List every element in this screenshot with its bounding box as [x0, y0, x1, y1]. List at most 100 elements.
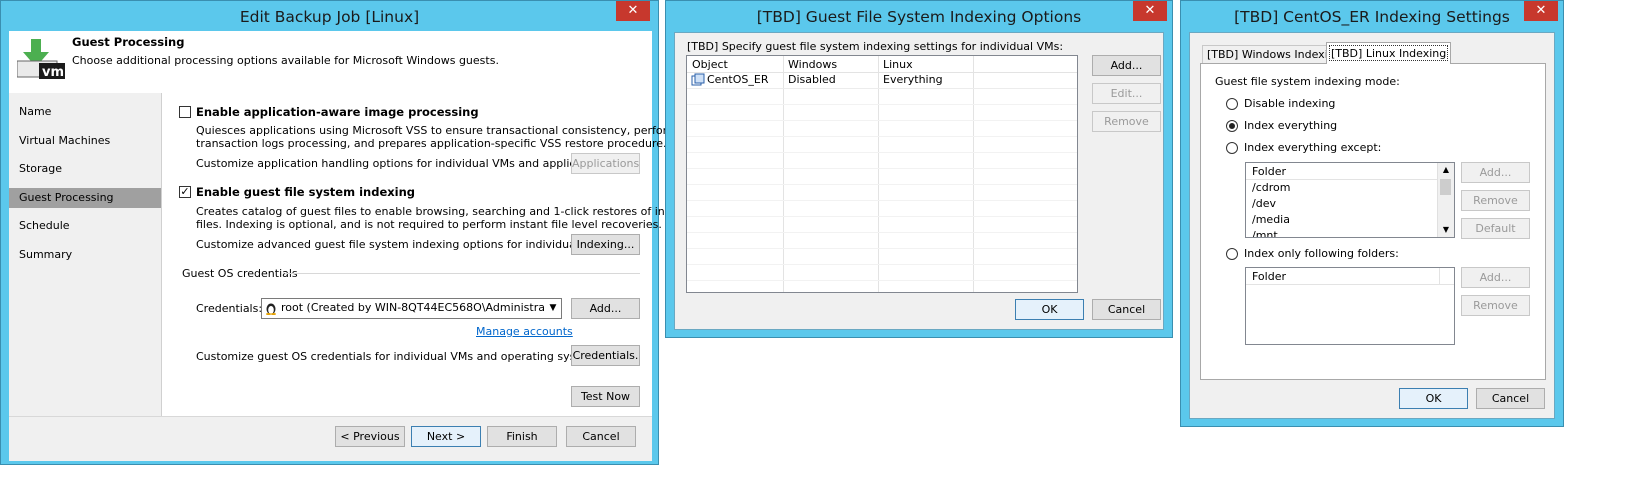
wizard-header: vm Guest Processing Choose additional pr…	[9, 31, 652, 93]
guest-os-credentials-section: Guest OS credentials	[182, 267, 298, 280]
nav-item-name[interactable]: Name	[9, 102, 161, 122]
list-item[interactable]: /mnt	[1252, 229, 1278, 237]
nav-item-virtual-machines[interactable]: Virtual Machines	[9, 131, 161, 151]
window-title: Edit Backup Job [Linux]	[239, 8, 420, 26]
window-title: [TBD] CentOS_ER Indexing Settings	[1234, 8, 1510, 26]
list-item[interactable]: /cdrom	[1252, 181, 1290, 194]
indexing-customize-text: Customize advanced guest file system ind…	[196, 238, 606, 251]
remove-button[interactable]: Remove	[1092, 111, 1161, 132]
scroll-thumb[interactable]	[1440, 179, 1451, 195]
credentials-customize-text: Customize guest OS credentials for indiv…	[196, 350, 603, 363]
close-button[interactable]: ✕	[1133, 1, 1167, 21]
tab-windows-indexing[interactable]: [TBD] Windows Indexing	[1202, 45, 1347, 64]
add-button[interactable]: Add...	[1092, 55, 1161, 76]
centos-indexing-settings-window: [TBD] CentOS_ER Indexing Settings ✕ [TBD…	[1180, 0, 1564, 427]
app-aware-label[interactable]: Enable application-aware image processin…	[196, 105, 479, 119]
cancel-button[interactable]: Cancel	[1092, 299, 1161, 320]
radio-index-everything[interactable]	[1226, 120, 1238, 132]
add-except-button[interactable]: Add...	[1461, 162, 1530, 183]
nav-item-storage[interactable]: Storage	[9, 159, 161, 179]
close-button[interactable]: ✕	[1524, 1, 1558, 21]
option-index-only-folders[interactable]: Index only following folders:	[1244, 247, 1399, 260]
page-title: Guest Processing	[72, 35, 185, 49]
svg-text:vm: vm	[42, 65, 64, 80]
credentials-button[interactable]: Credentials.	[571, 345, 640, 366]
credentials-value: root (Created by WIN-8QT44EC568O\Adminis…	[281, 301, 562, 314]
indexing-mode-label: Guest file system indexing mode:	[1215, 75, 1400, 88]
edit-button[interactable]: Edit...	[1092, 83, 1161, 104]
option-disable-indexing[interactable]: Disable indexing	[1244, 97, 1335, 110]
applications-button[interactable]: Applications	[571, 153, 640, 174]
radio-index-only-folders[interactable]	[1226, 248, 1238, 260]
scroll-down-icon[interactable]: ▼	[1438, 223, 1454, 237]
cancel-button[interactable]: Cancel	[566, 426, 636, 447]
wizard-footer: < Previous Next > Finish Cancel	[9, 416, 652, 461]
except-folders-list[interactable]: Folder /cdrom /dev /media /mnt ▲ ▼	[1245, 162, 1455, 238]
column-header-linux[interactable]: Linux	[883, 58, 913, 71]
indexing-desc-1: Creates catalog of guest files to enable…	[196, 205, 709, 218]
add-credentials-button[interactable]: Add...	[571, 298, 640, 319]
manage-accounts-link[interactable]: Manage accounts	[476, 325, 573, 338]
nav-item-guest-processing[interactable]: Guest Processing	[9, 188, 161, 208]
option-index-everything-except[interactable]: Index everything except:	[1244, 141, 1381, 154]
page-subtitle: Choose additional processing options ava…	[72, 54, 499, 67]
default-button[interactable]: Default	[1461, 218, 1530, 239]
only-folders-list[interactable]: Folder	[1245, 267, 1455, 345]
app-aware-checkbox[interactable]	[179, 106, 191, 118]
app-aware-desc-1: Quiesces applications using Microsoft VS…	[196, 124, 684, 137]
wizard-body: Name Virtual Machines Storage Guest Proc…	[9, 93, 708, 416]
ok-button[interactable]: OK	[1399, 388, 1468, 409]
except-list-header: Folder	[1252, 165, 1286, 178]
table-header	[687, 56, 1077, 73]
close-button[interactable]: ✕	[616, 1, 650, 21]
option-index-everything[interactable]: Index everything	[1244, 119, 1337, 132]
indexing-label[interactable]: Enable guest file system indexing	[196, 185, 415, 199]
tab-linux-indexing[interactable]: [TBD] Linux Indexing	[1326, 42, 1452, 64]
app-aware-customize-text: Customize application handling options f…	[196, 157, 609, 170]
column-header-object[interactable]: Object	[692, 58, 728, 71]
empty-row-lines	[687, 89, 1077, 292]
linux-penguin-icon	[265, 302, 277, 315]
indexing-button[interactable]: Indexing...	[571, 234, 640, 255]
only-list-header: Folder	[1252, 270, 1286, 283]
header-divider	[1246, 179, 1440, 180]
vm-indexing-table[interactable]: Object Windows Linux CentOS_ER Disabled …	[686, 55, 1078, 293]
radio-disable-indexing[interactable]	[1226, 98, 1238, 110]
indexing-options-body: [TBD] Specify guest file system indexing…	[674, 32, 1164, 330]
next-button[interactable]: Next >	[411, 426, 481, 447]
table-row[interactable]: CentOS_ER Disabled Everything	[687, 72, 1077, 89]
add-folder-button[interactable]: Add...	[1461, 267, 1530, 288]
list-item[interactable]: /media	[1252, 213, 1290, 226]
radio-index-everything-except[interactable]	[1226, 142, 1238, 154]
credentials-select[interactable]: root (Created by WIN-8QT44EC568O\Adminis…	[261, 298, 562, 319]
previous-button[interactable]: < Previous	[335, 426, 405, 447]
vm-backup-icon: vm	[16, 39, 67, 81]
scroll-up-icon[interactable]: ▲	[1438, 163, 1454, 177]
remove-except-button[interactable]: Remove	[1461, 190, 1530, 211]
column-divider	[1439, 268, 1440, 284]
window-title: [TBD] Guest File System Indexing Options	[756, 8, 1082, 26]
row-windows: Disabled	[788, 73, 836, 86]
indexing-checkbox[interactable]: ✓	[179, 186, 191, 198]
remove-folder-button[interactable]: Remove	[1461, 295, 1530, 316]
nav-item-schedule[interactable]: Schedule	[9, 216, 161, 236]
row-linux: Everything	[883, 73, 943, 86]
credentials-label: Credentials:	[196, 302, 263, 315]
chevron-down-icon: ▼	[545, 299, 561, 318]
vm-icon	[691, 73, 705, 87]
indexing-desc-2: files. Indexing is optional, and is not …	[196, 218, 662, 231]
vertical-scrollbar[interactable]: ▲ ▼	[1437, 163, 1454, 237]
indexing-options-caption: [TBD] Specify guest file system indexing…	[687, 40, 1064, 53]
ok-button[interactable]: OK	[1015, 299, 1084, 320]
section-divider	[285, 273, 640, 274]
nav-item-summary[interactable]: Summary	[9, 245, 161, 265]
test-now-button[interactable]: Test Now	[571, 386, 640, 407]
app-aware-desc-2: transaction logs processing, and prepare…	[196, 137, 667, 150]
list-item[interactable]: /dev	[1252, 197, 1276, 210]
finish-button[interactable]: Finish	[487, 426, 557, 447]
cancel-button[interactable]: Cancel	[1476, 388, 1545, 409]
column-header-windows[interactable]: Windows	[788, 58, 837, 71]
row-object: CentOS_ER	[707, 73, 769, 86]
edit-backup-job-window: Edit Backup Job [Linux] ✕ vm Guest Proce…	[0, 0, 708, 465]
wizard-nav: Name Virtual Machines Storage Guest Proc…	[9, 93, 162, 416]
